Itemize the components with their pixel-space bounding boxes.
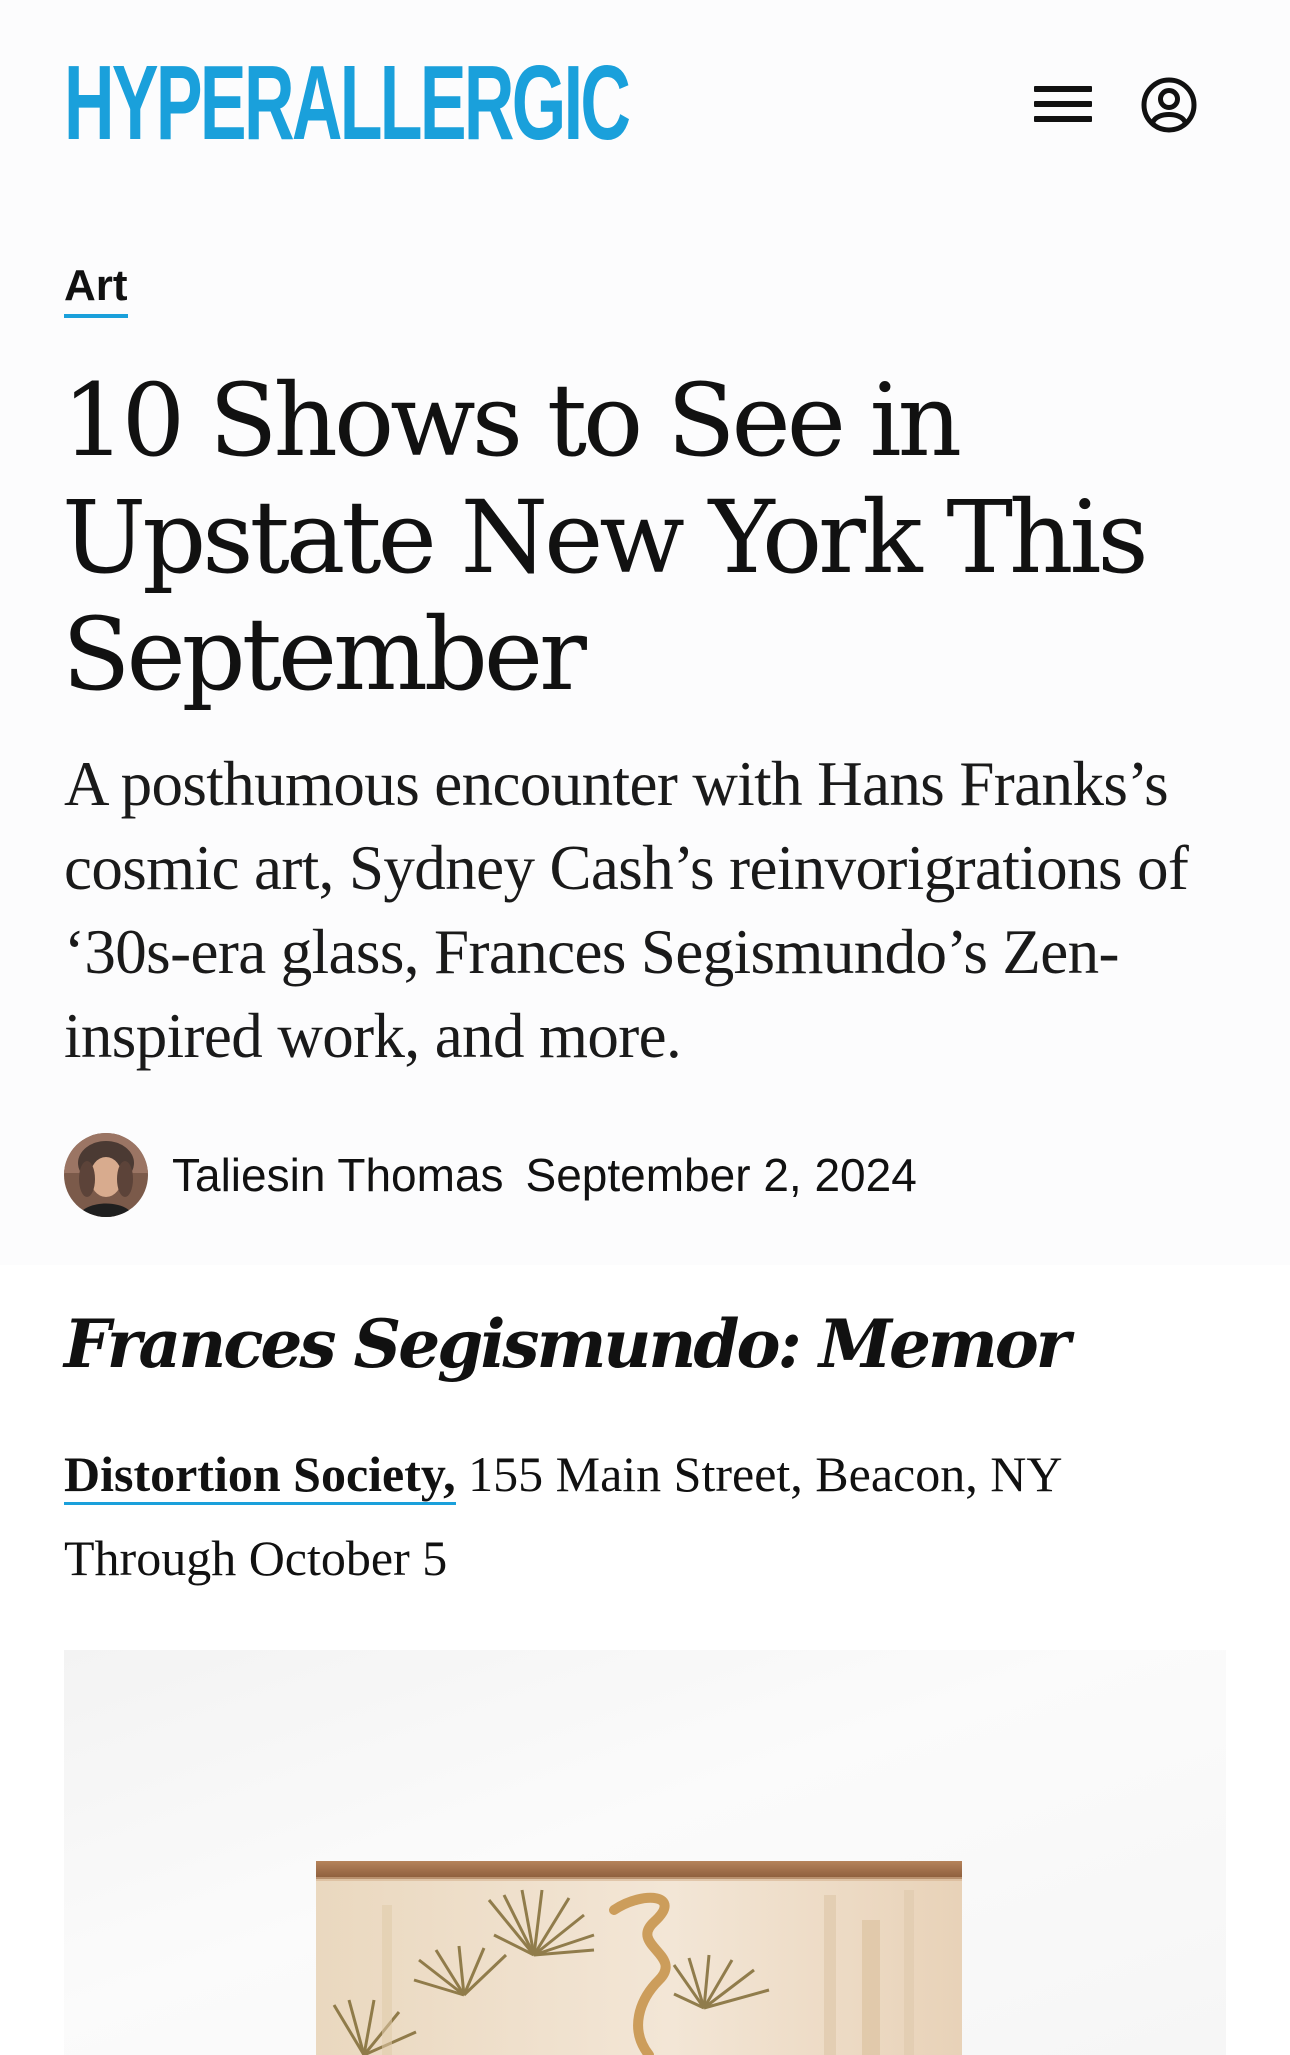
publish-date: September 2, 2024 xyxy=(525,1149,917,1201)
show-dates: Through October 5 xyxy=(64,1530,448,1586)
show-title: Frances Segismundo: Memor xyxy=(64,1305,1071,1383)
account-icon xyxy=(1141,77,1197,133)
category-link[interactable]: Art xyxy=(64,258,128,318)
site-header: HYPERALLERGIC xyxy=(0,0,1290,190)
venue-line: Distortion Society, 155 Main Street, Bea… xyxy=(64,1442,1062,1506)
account-button[interactable] xyxy=(1140,76,1198,134)
author-avatar[interactable] xyxy=(64,1133,148,1217)
venue-link[interactable]: Distortion Society, xyxy=(64,1446,456,1505)
article-headline: 10 Shows to See in Upstate New York This… xyxy=(62,362,1149,713)
byline: Taliesin Thomas September 2, 2024 xyxy=(64,1132,917,1218)
author-name[interactable]: Taliesin Thomas xyxy=(172,1148,504,1202)
venue-address: 155 Main Street, Beacon, NY xyxy=(455,1446,1063,1502)
author-photo xyxy=(64,1133,148,1217)
menu-button[interactable] xyxy=(1030,78,1096,130)
hero-image[interactable] xyxy=(64,1650,1226,2055)
artwork-photo xyxy=(64,1650,1226,2055)
article-dek: A posthumous encounter with Hans Franks’… xyxy=(64,749,1189,1071)
site-logo[interactable]: HYPERALLERGIC xyxy=(64,48,631,158)
